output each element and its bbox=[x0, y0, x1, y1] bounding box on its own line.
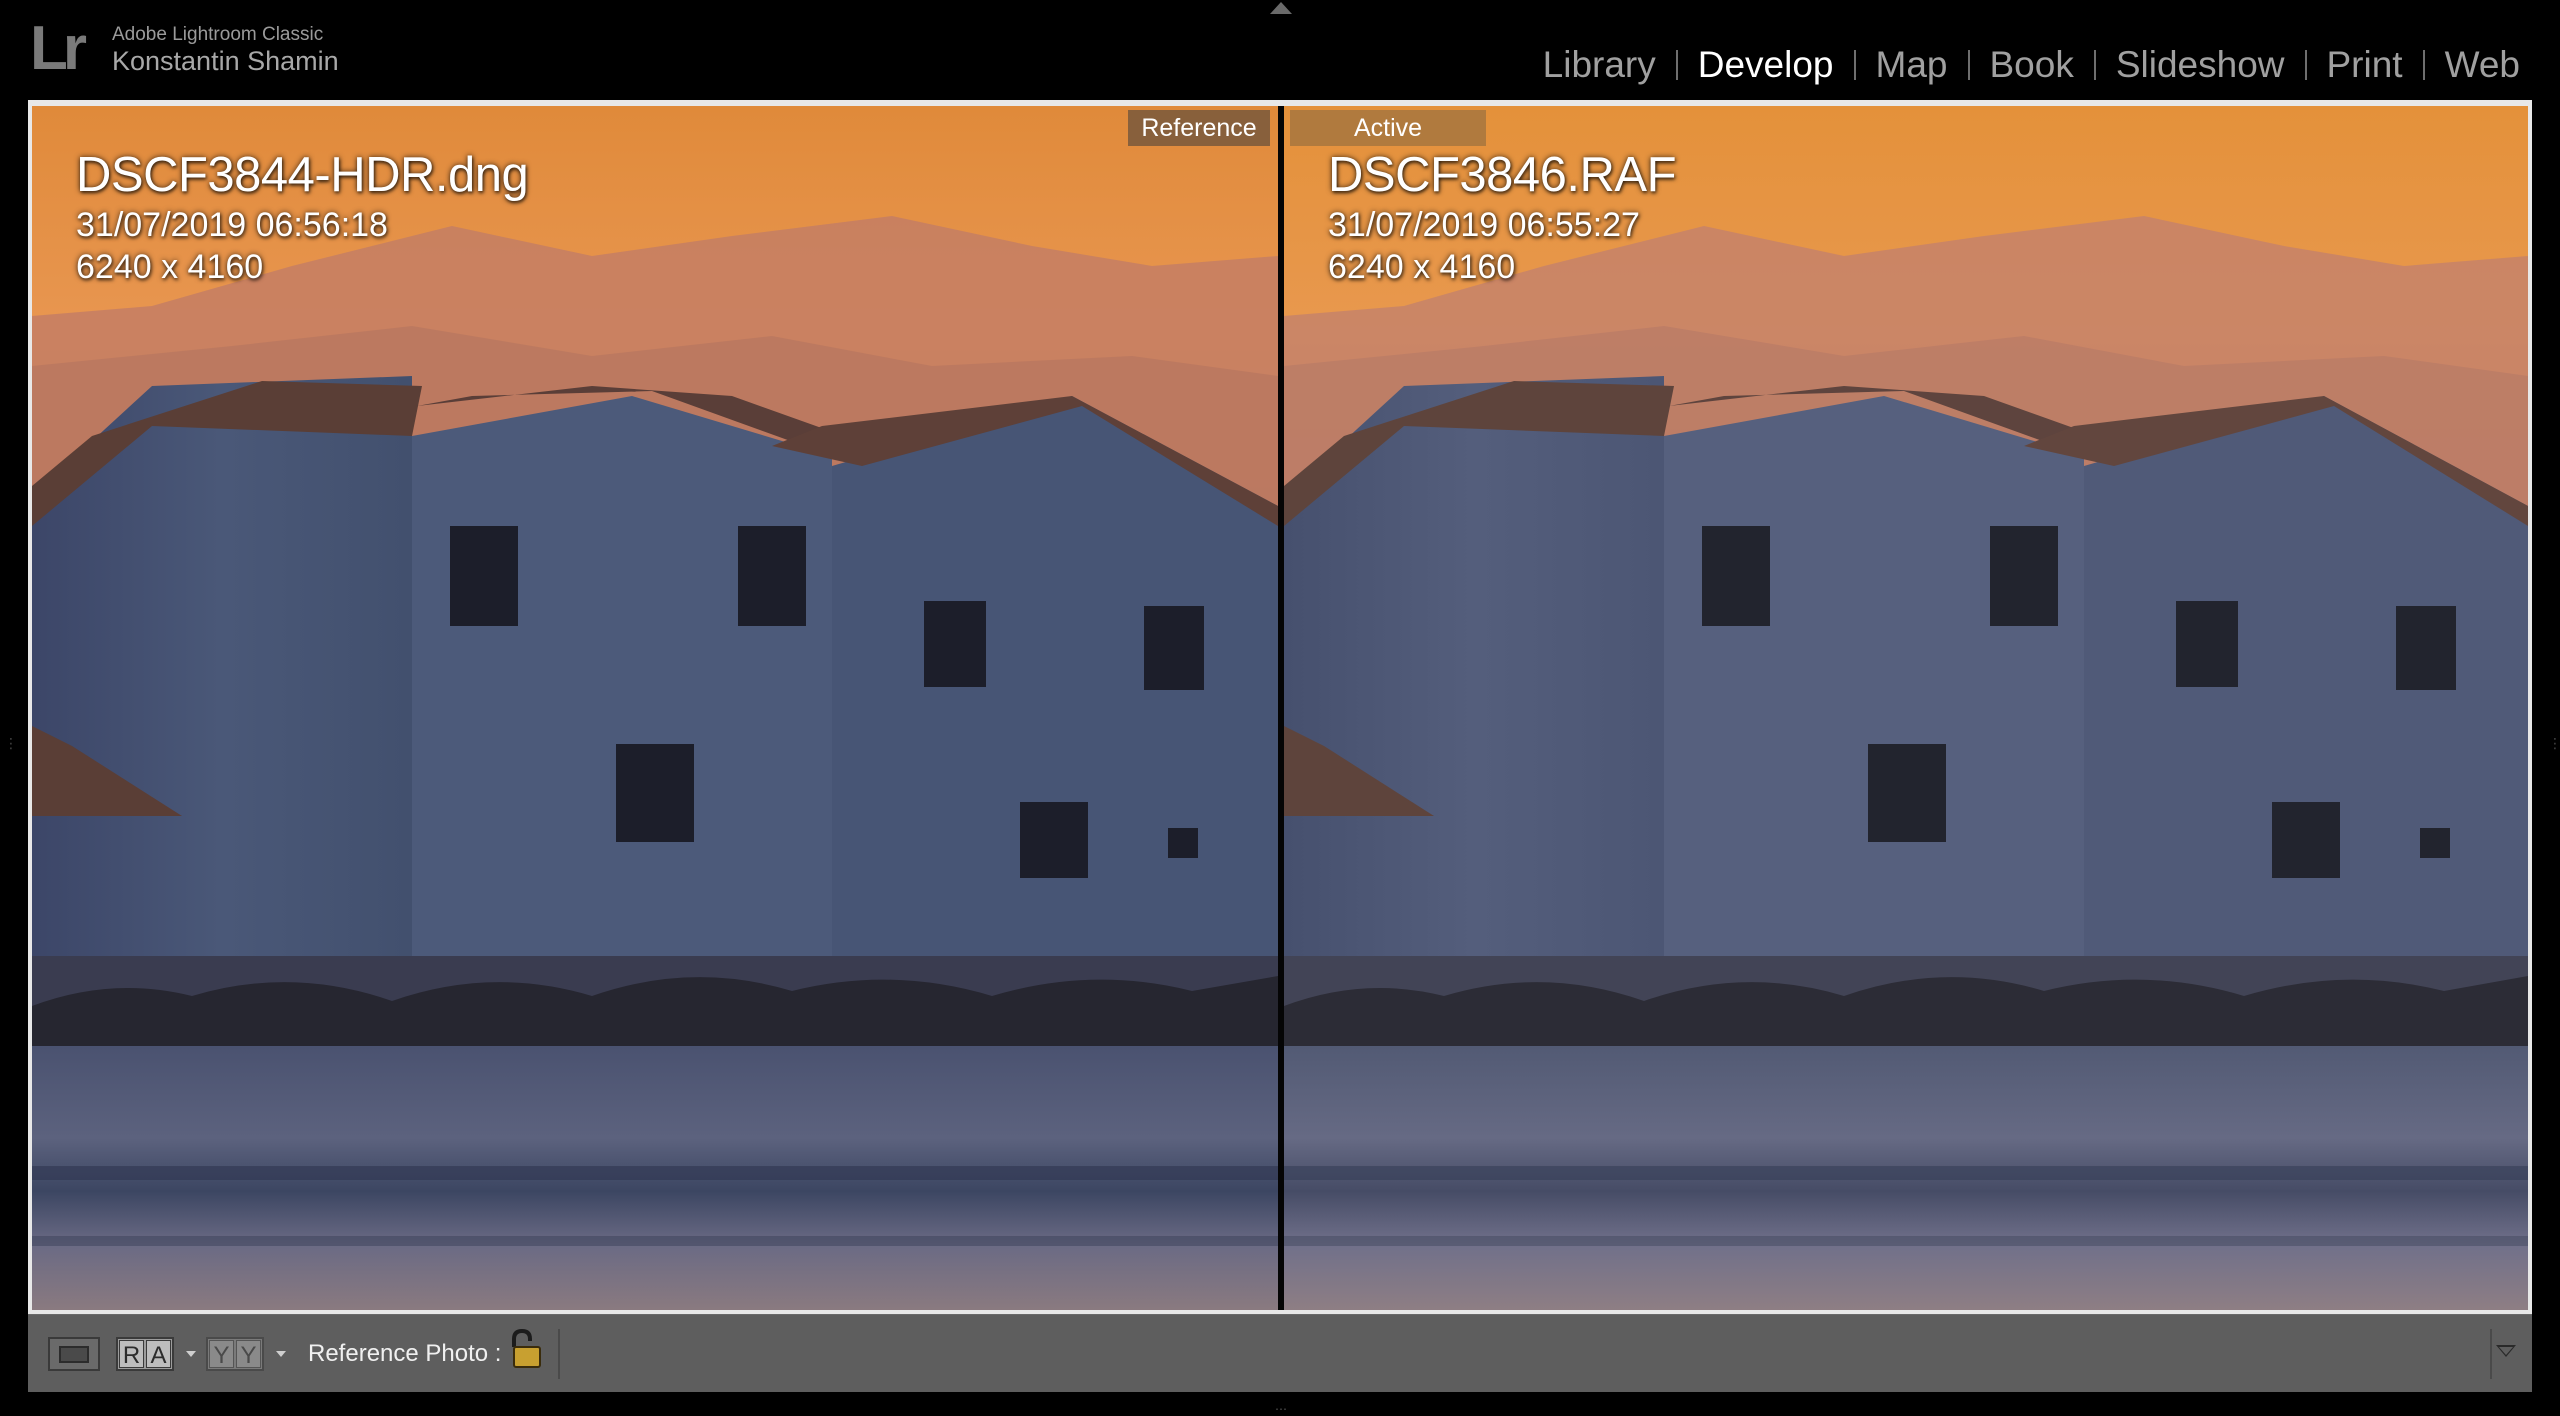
loupe-view-icon[interactable] bbox=[48, 1337, 100, 1371]
module-library[interactable]: Library bbox=[1523, 40, 1676, 90]
module-picker: Library Develop Map Book Slideshow Print… bbox=[1523, 40, 2540, 90]
padlock-unlocked-icon[interactable] bbox=[500, 1327, 546, 1373]
top-bar: Lr Adobe Lightroom Classic Konstantin Sh… bbox=[0, 0, 2560, 100]
toolbar-menu-triangle-inner bbox=[2499, 1347, 2513, 1355]
reference-photo-panel[interactable]: Reference DSCF3844-HDR.dng 31/07/2019 06… bbox=[32, 106, 1278, 1310]
reference-datetime: 31/07/2019 06:56:18 bbox=[76, 206, 388, 244]
active-filename: DSCF3846.RAF bbox=[1328, 148, 1677, 202]
reference-tag: Reference bbox=[1128, 110, 1270, 146]
left-panel-collapse-icon[interactable]: ⋮ bbox=[4, 735, 18, 759]
ra-right-letter: A bbox=[146, 1340, 171, 1369]
app-name: Adobe Lightroom Classic bbox=[112, 24, 324, 45]
active-info-overlay: DSCF3846.RAF 31/07/2019 06:55:27 6240 x … bbox=[1328, 146, 1677, 288]
toolbar-separator bbox=[558, 1329, 560, 1379]
lightroom-logo: Lr bbox=[30, 14, 87, 83]
yy-left-letter: Y bbox=[209, 1340, 234, 1369]
active-photo-panel[interactable]: Active DSCF3846.RAF 31/07/2019 06:55:27 … bbox=[1284, 106, 2528, 1310]
bottom-toolbar: R A Y Y Reference Photo : bbox=[28, 1314, 2532, 1392]
active-dimensions: 6240 x 4160 bbox=[1328, 248, 1516, 286]
reference-active-view-button[interactable]: R A bbox=[116, 1337, 174, 1371]
right-panel-collapse-icon[interactable]: ⋮ bbox=[2548, 735, 2560, 759]
toolbar-separator bbox=[2490, 1329, 2492, 1379]
reference-info-overlay: DSCF3844-HDR.dng 31/07/2019 06:56:18 624… bbox=[76, 146, 529, 288]
ra-dropdown-caret-icon[interactable] bbox=[186, 1351, 196, 1357]
yy-right-letter: Y bbox=[236, 1340, 261, 1369]
top-panel-collapse-icon[interactable] bbox=[1270, 2, 1292, 14]
active-tag: Active bbox=[1290, 110, 1486, 146]
module-slideshow[interactable]: Slideshow bbox=[2096, 40, 2305, 90]
filmstrip-collapse-icon[interactable]: ⋯ bbox=[1270, 1402, 1292, 1416]
module-book[interactable]: Book bbox=[1970, 40, 2094, 90]
reference-photo-label: Reference Photo : bbox=[308, 1340, 502, 1367]
active-datetime: 31/07/2019 06:55:27 bbox=[1328, 206, 1640, 244]
module-develop[interactable]: Develop bbox=[1678, 40, 1854, 90]
module-web[interactable]: Web bbox=[2425, 40, 2540, 90]
ra-left-letter: R bbox=[119, 1340, 144, 1369]
reference-view-area: Reference DSCF3844-HDR.dng 31/07/2019 06… bbox=[28, 100, 2532, 1314]
identity-plate: Adobe Lightroom Classic Konstantin Shami… bbox=[112, 24, 339, 76]
before-after-view-button[interactable]: Y Y bbox=[206, 1337, 264, 1371]
yy-dropdown-caret-icon[interactable] bbox=[276, 1351, 286, 1357]
reference-filename: DSCF3844-HDR.dng bbox=[76, 148, 529, 202]
reference-dimensions: 6240 x 4160 bbox=[76, 248, 264, 286]
module-map[interactable]: Map bbox=[1856, 40, 1968, 90]
user-name: Konstantin Shamin bbox=[112, 46, 339, 76]
module-print[interactable]: Print bbox=[2307, 40, 2423, 90]
